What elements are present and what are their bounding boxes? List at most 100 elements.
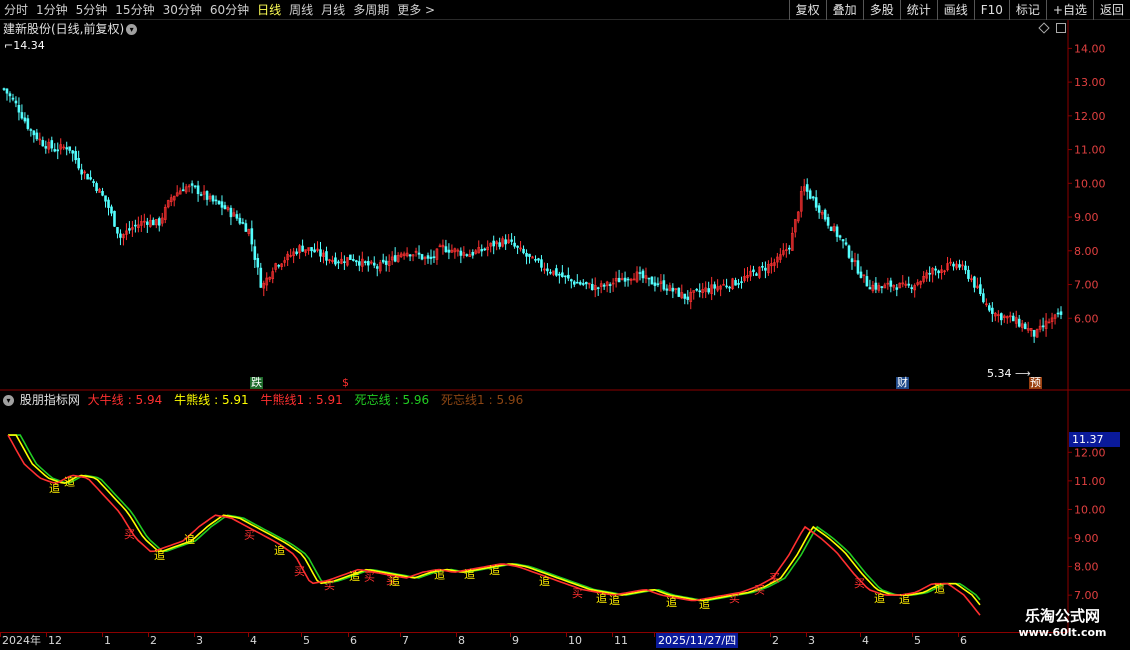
candle-body <box>313 249 316 253</box>
high-price-label: ⌐14.34 <box>4 39 45 52</box>
candle-body <box>196 185 200 195</box>
forecast-marker[interactable]: 预 <box>1029 377 1042 389</box>
candle-body <box>334 257 337 265</box>
candle-body <box>426 255 430 259</box>
date-tick-label: 6 <box>960 634 967 647</box>
signal-label: 买 <box>769 572 780 585</box>
date-tick-label: 10 <box>568 634 582 647</box>
candle-body <box>384 260 388 265</box>
date-tick-label: 6 <box>350 634 357 647</box>
date-tick-label: 2025/11/27/四 <box>656 633 739 648</box>
date-tick-mark <box>860 633 861 637</box>
candle-body <box>650 276 654 285</box>
candle-body <box>295 251 298 255</box>
candle-body <box>205 191 209 200</box>
signal-label: 追 <box>666 595 677 609</box>
candle-body <box>68 146 71 151</box>
date-tick-label: 3 <box>808 634 815 647</box>
candle-body <box>817 205 821 213</box>
candle-body <box>53 149 57 152</box>
candle-body <box>471 252 475 256</box>
candle-body <box>865 276 869 287</box>
candle-body <box>50 140 54 149</box>
date-tick-label: 9 <box>512 634 519 647</box>
die-marker[interactable]: 跌 <box>250 377 263 389</box>
indicator-name[interactable]: 股朋指标网 <box>20 393 80 407</box>
candle-body <box>847 245 851 258</box>
date-tick-mark <box>0 633 1 637</box>
date-tick-label: 5 <box>303 634 310 647</box>
candle-body <box>638 272 642 274</box>
kline-chart[interactable]: 14.00 13.00 12.00 11.00 10.00 9.00 8.00 7.00 6.0… <box>0 0 1130 650</box>
date-tick-label: 2 <box>772 634 779 647</box>
indicator-line-牛熊线 <box>8 434 981 606</box>
candle-body <box>555 268 558 276</box>
candle-body <box>934 268 937 271</box>
date-tick-mark <box>456 633 457 637</box>
date-tick-mark <box>148 633 149 637</box>
candle-body <box>964 265 967 271</box>
high-price-value: 14.34 <box>13 39 45 52</box>
date-tick-label: 2 <box>150 634 157 647</box>
price-axis-label: 13.00 <box>1074 76 1106 89</box>
candle-body <box>967 269 970 279</box>
date-tick-label: 12 <box>48 634 62 647</box>
candle-body <box>14 100 18 104</box>
candle-body <box>937 270 940 274</box>
candle-body <box>811 196 815 199</box>
candle-body <box>56 149 60 152</box>
candle-body <box>349 254 352 261</box>
candle-body <box>8 93 12 97</box>
candle-body <box>17 105 21 113</box>
candle-body <box>1023 323 1027 330</box>
date-tick-label: 4 <box>862 634 869 647</box>
signal-label: 追 <box>609 593 620 607</box>
candle-body <box>581 283 585 285</box>
signal-label: 追 <box>489 563 500 577</box>
chevron-down-icon[interactable]: ▾ <box>3 395 14 406</box>
candle-body <box>540 259 543 268</box>
candle-body <box>584 281 588 285</box>
signal-label: 买 <box>364 570 375 583</box>
candle-body <box>656 283 660 286</box>
signal-label: 追 <box>899 592 910 606</box>
candle-body <box>92 181 95 183</box>
legend-label: 大牛线 <box>87 393 124 407</box>
dollar-marker[interactable]: $ <box>341 377 350 389</box>
candle-body <box>41 140 45 147</box>
candle-body <box>104 195 107 202</box>
signal-label: 买 <box>754 584 765 597</box>
candle-body <box>641 270 645 279</box>
candle-body <box>44 146 48 149</box>
signal-label: 追 <box>934 582 945 596</box>
candle-body <box>623 277 627 282</box>
date-tick-label: 1 <box>104 634 111 647</box>
signal-label: 买 <box>572 587 583 600</box>
candle-body <box>662 280 666 290</box>
price-axis-label: 9.00 <box>1074 211 1099 224</box>
candle-body <box>393 255 397 262</box>
candle-body <box>113 210 116 227</box>
candle-body <box>319 249 322 257</box>
date-tick-mark <box>248 633 249 637</box>
candle-body <box>534 259 537 261</box>
candle-body <box>525 252 528 257</box>
signal-label: 买 <box>244 528 255 541</box>
candle-body <box>241 222 245 224</box>
candle-body <box>1017 318 1021 327</box>
finance-marker[interactable]: 财 <box>896 377 909 389</box>
candle-body <box>95 183 98 191</box>
candle-body <box>558 273 561 276</box>
candle-body <box>5 88 9 94</box>
date-tick-mark <box>612 633 613 637</box>
candle-body <box>420 254 424 260</box>
candle-body <box>157 218 161 226</box>
legend-label: 牛熊线 <box>174 393 211 407</box>
candle-body <box>838 235 842 238</box>
candle-body <box>510 239 513 242</box>
candle-body <box>220 201 224 208</box>
candle-body <box>35 132 39 140</box>
candle-body <box>107 199 110 208</box>
candle-body <box>483 248 487 251</box>
date-tick-mark <box>46 633 47 637</box>
